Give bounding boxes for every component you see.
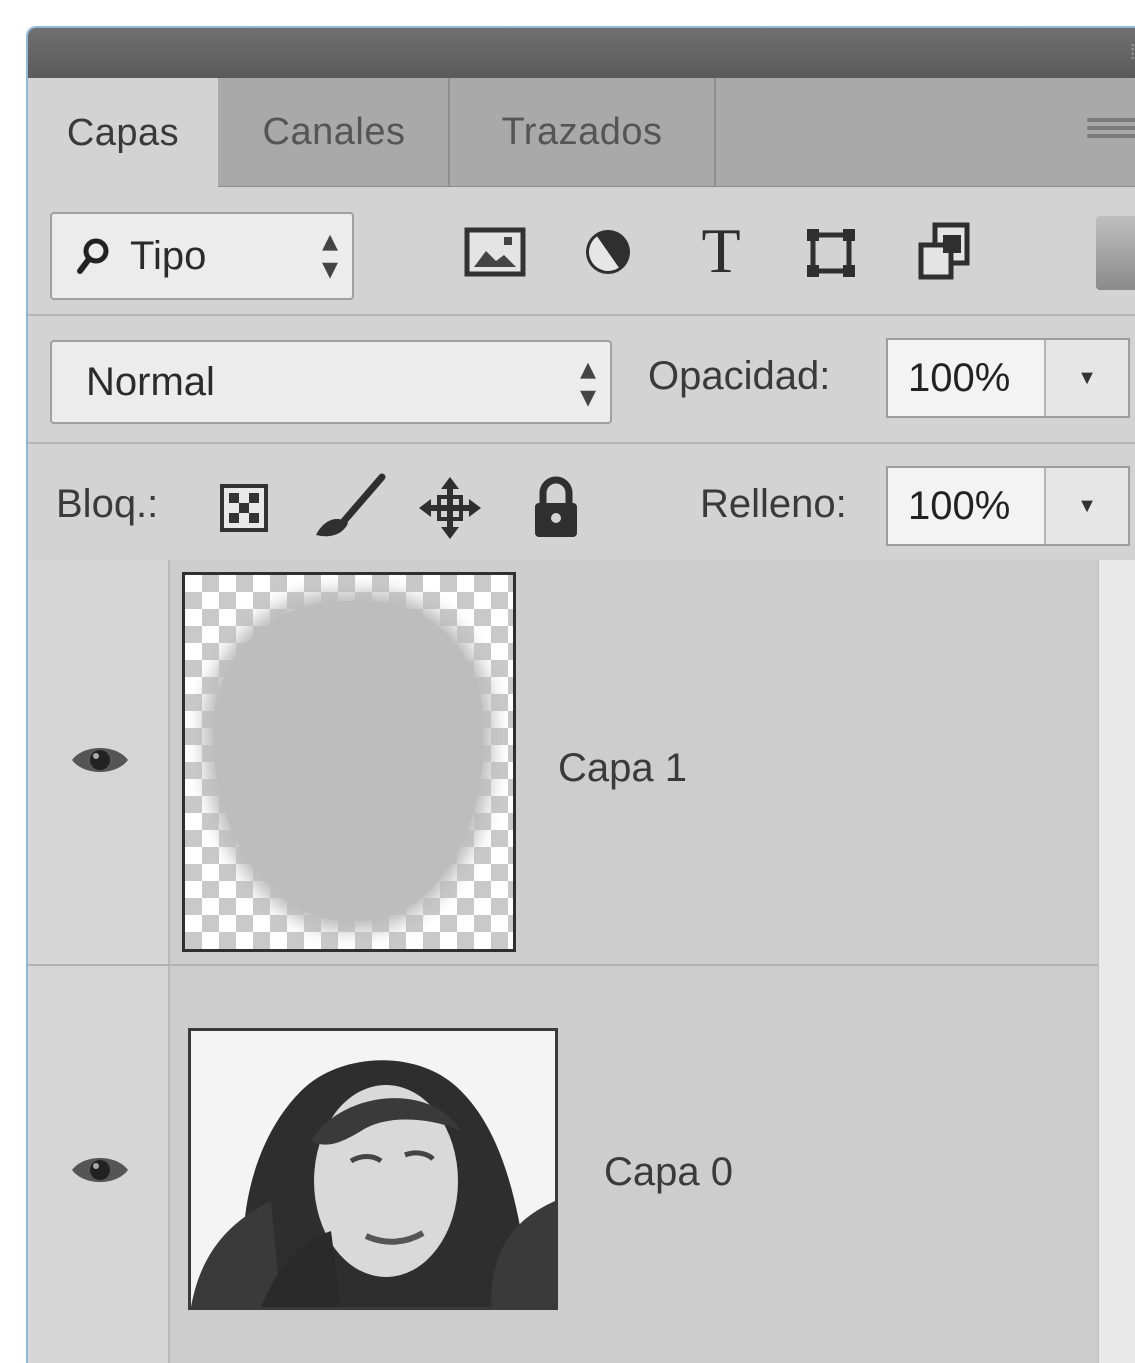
smart-object-filter-icon[interactable] — [916, 220, 974, 282]
opacity-value[interactable]: 100% — [888, 356, 1044, 401]
lock-row: Bloq.: Relleno: 100% ▼ — [28, 442, 1135, 562]
lock-position-icon[interactable] — [418, 476, 482, 540]
lock-transparent-pixels-icon[interactable] — [218, 482, 270, 534]
filter-kind-label: Tipo — [130, 233, 207, 278]
shape-filter-icon[interactable] — [802, 224, 860, 282]
layer-name-capa-0[interactable]: Capa 0 — [604, 1150, 733, 1195]
filter-kind-select[interactable]: Tipo ▴ ▾ — [50, 212, 354, 300]
type-filter-icon[interactable]: T — [686, 215, 756, 286]
chevron-down-icon[interactable]: ▼ — [1044, 468, 1128, 544]
layer-name-capa-1[interactable]: Capa 1 — [558, 746, 687, 791]
eye-icon[interactable] — [68, 740, 132, 780]
fill-label: Relleno: — [700, 482, 847, 526]
layer-thumbnail-capa-1[interactable] — [182, 572, 516, 952]
tab-trazados[interactable]: Trazados — [450, 78, 716, 186]
panel-tab-strip: Capas Canales Trazados — [28, 78, 1135, 188]
portrait-photo-image — [191, 1031, 555, 1307]
panel-menu-icon[interactable] — [1077, 114, 1135, 144]
panel-grip-icon[interactable]: ⁞⁞ — [1130, 42, 1135, 65]
layers-panel: ⁞⁞ Capas Canales Trazados Tipo ▴▾ T — [26, 26, 1135, 1363]
panel-titlebar[interactable]: ⁞⁞ — [28, 28, 1135, 78]
filter-toggle-switch[interactable] — [1096, 216, 1135, 290]
search-icon — [76, 237, 112, 275]
tab-canales[interactable]: Canales — [220, 78, 450, 186]
layer-row-capa-0[interactable]: Capa 0 — [28, 966, 1099, 1363]
blend-row: Normal ▴ ▾ Opacidad: 100% ▼ — [28, 314, 1135, 444]
chevron-updown-icon: ▴ ▾ — [321, 222, 338, 286]
visibility-toggle[interactable] — [28, 560, 170, 964]
layer-row-capa-1[interactable]: Capa 1 — [28, 560, 1099, 966]
layer-mask-shape — [213, 601, 483, 921]
lock-all-icon[interactable] — [528, 472, 584, 542]
opacity-field[interactable]: 100% ▼ — [886, 338, 1130, 418]
image-filter-icon[interactable] — [464, 226, 526, 278]
eye-icon[interactable] — [68, 1150, 132, 1190]
blend-mode-select[interactable]: Normal ▴ ▾ — [50, 340, 612, 424]
opacity-label: Opacidad: — [648, 354, 831, 398]
lock-image-pixels-icon[interactable] — [310, 472, 390, 544]
lock-label: Bloq.: — [56, 482, 159, 526]
filter-row: Tipo ▴ ▾ T — [28, 186, 1135, 316]
fill-field[interactable]: 100% ▼ — [886, 466, 1130, 546]
visibility-toggle[interactable] — [28, 966, 170, 1363]
tab-capas[interactable]: Capas — [28, 78, 218, 188]
blend-mode-value: Normal — [86, 359, 215, 404]
chevron-down-icon[interactable]: ▼ — [1044, 340, 1128, 416]
layers-scrollbar[interactable] — [1098, 560, 1135, 1363]
adjustment-filter-icon[interactable] — [580, 224, 636, 280]
chevron-updown-icon: ▴ ▾ — [579, 350, 596, 414]
layer-thumbnail-capa-0[interactable] — [188, 1028, 558, 1310]
fill-value[interactable]: 100% — [888, 484, 1044, 529]
